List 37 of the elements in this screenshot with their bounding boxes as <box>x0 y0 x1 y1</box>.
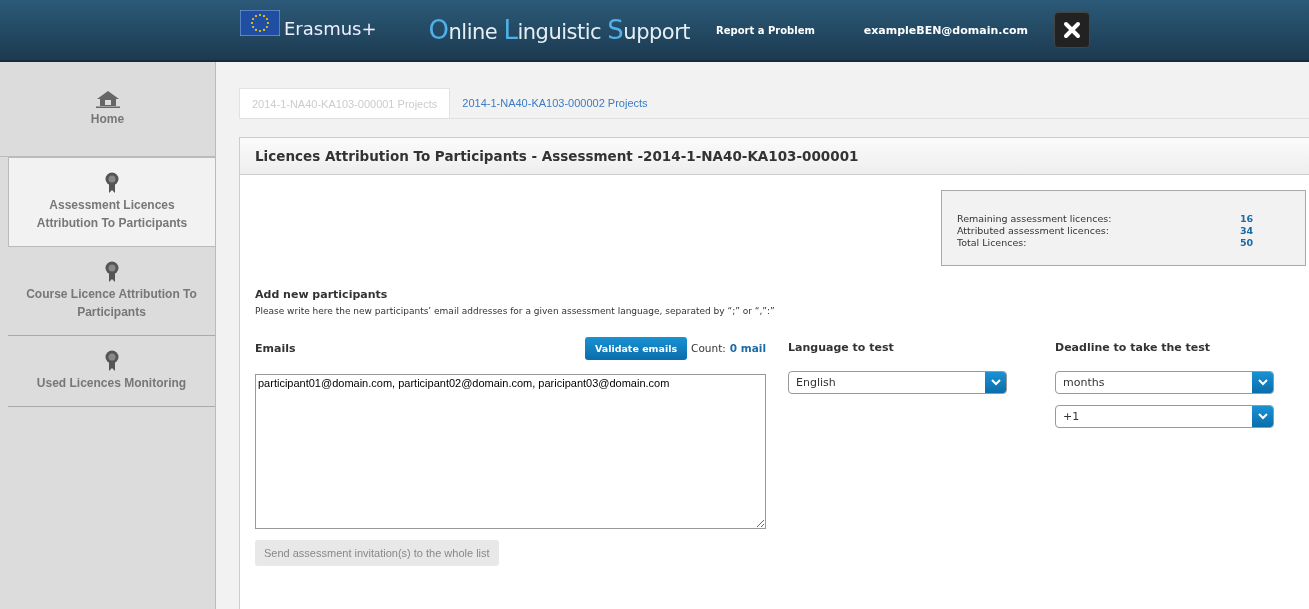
brand-name: Erasmus+ <box>284 17 377 39</box>
eu-flag-icon <box>240 9 280 36</box>
count-value: 0 mail <box>729 342 766 354</box>
app-title: Online Linguistic Support <box>428 15 690 45</box>
project-tab[interactable]: 2014-1-NA40-KA103-000002 Projects <box>450 88 660 118</box>
section-title: Add new participants <box>255 288 389 301</box>
sidebar-item[interactable]: Used Licences Monitoring <box>8 336 215 407</box>
summary-label: Attributed assessment licences: <box>957 224 1110 236</box>
caret-icon <box>1257 379 1268 386</box>
ribbon-icon <box>104 261 119 283</box>
close-button[interactable] <box>1054 12 1090 48</box>
summary-label: Total Licences: <box>957 236 1028 248</box>
report-problem-link[interactable]: Report a Problem <box>716 24 815 36</box>
language-dropdown[interactable]: English <box>788 371 1007 394</box>
language-label: Language to test <box>788 340 895 356</box>
emails-field[interactable]: participant01@domain.com, participant02@domain.com, paricipant03@domain.com <box>255 374 766 529</box>
deadline-unit-dropdown[interactable]: months <box>1055 371 1274 394</box>
deadline-amount-dropdown[interactable]: +1 <box>1055 405 1274 428</box>
instructions: Please write here the new participants’ email addresses for a given assessment language, separated by “;” or “,”:” <box>255 306 776 316</box>
ribbon-icon <box>105 172 119 194</box>
sidebar-item[interactable]: Course Licence Attribution To Participants <box>8 247 215 336</box>
deadline-label: Deadline to take the test <box>1055 340 1212 356</box>
caret-icon <box>990 379 1001 386</box>
summary-value: 34 <box>1240 224 1255 236</box>
summary-label: Remaining assessment licences: <box>957 212 1113 224</box>
ribbon-icon <box>104 350 119 372</box>
count-label: Count: <box>691 342 726 354</box>
emails-label: Emails <box>255 341 296 355</box>
user-email: exampleBEN@domain.com <box>863 23 1028 37</box>
summary-value: 50 <box>1240 236 1255 248</box>
summary-value: 16 <box>1240 212 1255 224</box>
close-icon <box>1063 21 1081 39</box>
home-icon <box>95 90 120 108</box>
panel-title: Licences Attribution To Participants - Assessment -2014-1-NA40-KA103-000001 <box>255 148 859 164</box>
sidebar-item[interactable]: Assessment Licences Attribution To Participants <box>8 157 216 247</box>
caret-icon <box>1257 413 1268 420</box>
validate-emails-button[interactable]: Validate emails <box>584 336 688 360</box>
